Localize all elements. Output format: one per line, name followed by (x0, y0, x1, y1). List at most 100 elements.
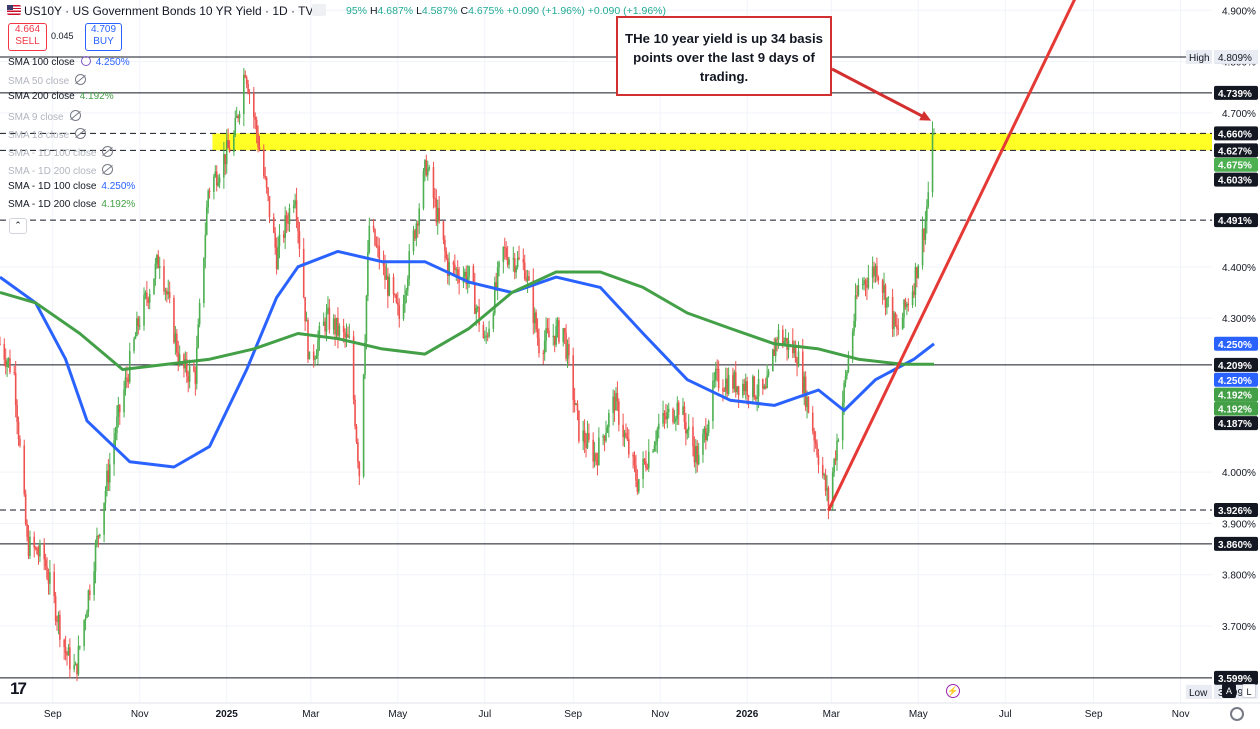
x-tick-label: Nov (131, 709, 149, 720)
candle-body (582, 430, 584, 442)
level-tag-label: 4.627% (1218, 146, 1252, 157)
chevron-up-icon[interactable]: ⌃ (9, 218, 27, 234)
candle-body (663, 413, 666, 417)
spread-value: 0.045 (51, 31, 74, 41)
candle-body (47, 578, 50, 584)
eye-off-icon[interactable] (69, 110, 81, 121)
candle-body (157, 255, 160, 269)
candle-body (817, 455, 820, 465)
candle-body (3, 344, 6, 360)
candle-body (217, 182, 219, 186)
candle-body (404, 295, 406, 305)
indicator-value: 4.192% (101, 199, 136, 210)
candle-body (535, 312, 537, 330)
indicator-label: SMA - 1D 100 close (8, 181, 97, 192)
candle-body (656, 429, 659, 442)
auto-scale-button[interactable]: A (1222, 684, 1236, 698)
eye-off-icon[interactable] (75, 74, 87, 85)
indicator-label: SMA - 1D 200 close (8, 166, 97, 177)
candle-body (871, 266, 874, 278)
eye-icon[interactable] (312, 4, 326, 16)
candle-body (752, 376, 754, 398)
candle-body (337, 317, 339, 336)
candle-body (545, 328, 547, 341)
candle-body (94, 543, 97, 572)
eye-off-icon[interactable] (102, 146, 114, 157)
candle-body (598, 437, 600, 465)
candle-body (127, 378, 130, 382)
indicator-row[interactable]: SMA 9 close (8, 109, 81, 123)
indicator-row[interactable]: SMA - 1D 100 close 4.250% (8, 181, 135, 195)
candle-body (593, 453, 596, 462)
candle-body (93, 571, 95, 596)
candle-body (695, 446, 697, 463)
buy-button[interactable]: 4.709 BUY (85, 23, 122, 51)
gear-icon[interactable] (1230, 707, 1244, 721)
candle-body (452, 262, 455, 265)
candle-body (916, 267, 918, 279)
x-tick-label: Jul (478, 709, 491, 720)
candle-body (194, 371, 197, 384)
candle-body (29, 536, 31, 556)
price-chart[interactable]: 4.900%4.800%4.700%4.400%4.300%4.000%3.90… (0, 0, 1260, 729)
time-axis[interactable]: Sep Nov 2025 Mar May Jul Sep Nov 2026 Mar May Jul Se… (0, 702, 1260, 720)
candle-body (428, 167, 430, 170)
indicator-row[interactable]: SMA 200 close 4.192% (8, 91, 114, 105)
candle-body (727, 375, 730, 394)
candle-body (375, 244, 378, 246)
candle-body (476, 306, 479, 309)
candle-body (365, 295, 368, 342)
candle-body (207, 190, 209, 208)
candle-body (317, 339, 319, 356)
candle-body (803, 376, 805, 394)
candle-body (43, 543, 46, 560)
red-trendline (827, 0, 1077, 512)
candle-body (693, 446, 696, 463)
candle-body (662, 413, 664, 424)
candle-body (278, 234, 281, 247)
indicator-row[interactable]: SMA - 1D 200 close 4.192% (8, 199, 135, 213)
candle-body (555, 326, 557, 345)
candle-body (733, 372, 736, 389)
sell-price: 4.664 (14, 24, 41, 35)
candle-body (558, 320, 560, 343)
candle-body (854, 295, 857, 321)
sell-button[interactable]: 4.664 SELL (8, 23, 47, 51)
eye-off-icon[interactable] (102, 164, 114, 175)
ohlc-change: +0.090 (+1.96%) (506, 5, 585, 17)
candle-body (285, 215, 288, 223)
indicator-row[interactable]: SMA - 1D 200 close (8, 163, 114, 177)
candle-body (106, 470, 108, 491)
candle-body (736, 386, 738, 393)
candle-body (405, 290, 408, 296)
candle-body (867, 277, 870, 288)
eye-off-icon[interactable] (75, 128, 87, 139)
x-tick-label: Sep (1085, 709, 1103, 720)
y-tick-label: 4.700% (1222, 109, 1256, 120)
candle-body (814, 440, 817, 444)
x-tick-label: Nov (651, 709, 669, 720)
indicator-row[interactable]: SMA - 1D 100 close (8, 145, 114, 159)
candle-body (583, 430, 586, 444)
candle-body (117, 404, 120, 417)
candle-body (19, 439, 21, 446)
candle-body (857, 284, 860, 296)
log-scale-button[interactable]: L (1242, 684, 1256, 698)
indicator-row[interactable]: SMA 50 close (8, 73, 87, 87)
candle-body (893, 313, 895, 330)
candle-body (762, 378, 764, 389)
candle-body (821, 464, 824, 476)
candle-body (372, 225, 375, 230)
candle-body (863, 280, 865, 285)
us-flag-icon (7, 5, 21, 15)
candle-body (774, 339, 777, 357)
x-tick-label: Sep (44, 709, 62, 720)
candle-body (342, 325, 345, 333)
candle-body (358, 462, 361, 477)
tradingview-logo[interactable]: 17 (10, 679, 27, 699)
indicator-row[interactable]: SMA 18 close (8, 127, 87, 141)
symbol-title[interactable]: US10Y · US Government Bonds 10 YR Yield … (24, 4, 322, 18)
lightning-icon[interactable]: ⚡ (946, 684, 960, 698)
candle-body (163, 266, 165, 292)
indicator-row[interactable]: SMA 100 close 4.250% (8, 55, 130, 69)
